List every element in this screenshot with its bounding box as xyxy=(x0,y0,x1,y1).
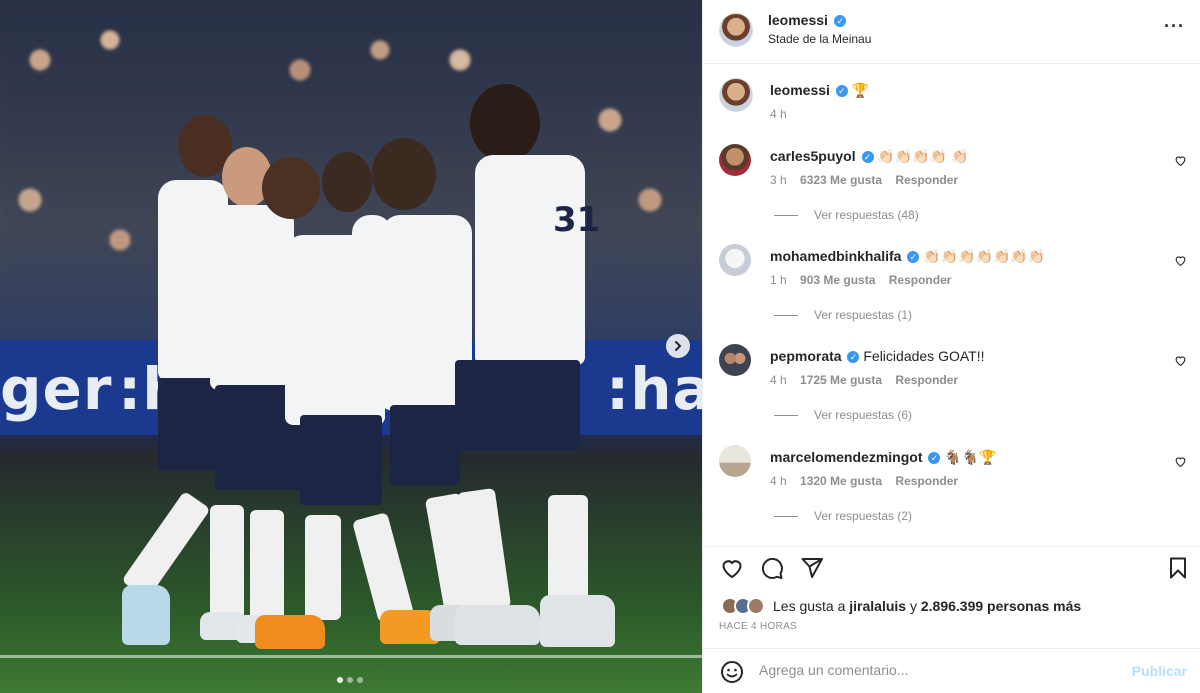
replies-line xyxy=(774,414,798,416)
likes-prefix: Les gusta a xyxy=(773,598,850,614)
comment-likes[interactable]: 1320 Me gusta xyxy=(800,474,882,488)
post-photo[interactable]: ger :h :ha 31 xyxy=(0,0,702,693)
verified-badge-icon: ✓ xyxy=(907,251,920,264)
like-comment-heart-icon[interactable] xyxy=(1174,354,1187,367)
shirt-number: 31 xyxy=(553,200,601,240)
view-replies-label: Ver respuestas (6) xyxy=(814,408,913,422)
caption-avatar[interactable] xyxy=(719,78,753,112)
comment-username[interactable]: marcelomendezmingot xyxy=(770,449,922,465)
share-send-icon[interactable] xyxy=(800,556,824,580)
comment-likes[interactable]: 6323 Me gusta xyxy=(800,173,882,187)
replies-line xyxy=(774,214,798,216)
carousel-dots xyxy=(337,677,363,683)
add-comment-bar: Publicar xyxy=(703,648,1200,693)
comment-reply-button[interactable]: Responder xyxy=(889,273,952,287)
replies-line xyxy=(774,314,798,316)
like-heart-icon[interactable] xyxy=(720,556,744,580)
replies-line xyxy=(774,515,798,517)
commenter-avatar[interactable] xyxy=(719,445,751,477)
caption-time: 4 h xyxy=(770,107,787,121)
commenter-avatar[interactable] xyxy=(719,144,751,176)
verified-badge-icon: ✓ xyxy=(834,14,847,27)
pitch-line xyxy=(0,655,702,658)
likes-count[interactable]: 2.896.399 personas más xyxy=(921,598,1081,614)
like-comment-heart-icon[interactable] xyxy=(1174,455,1187,468)
view-replies-label: Ver respuestas (48) xyxy=(814,208,919,222)
verified-badge-icon: ✓ xyxy=(835,85,848,98)
view-replies-button[interactable]: Ver respuestas (2) xyxy=(774,509,912,523)
banner-text-left: ger xyxy=(0,355,113,423)
comment-bubble-icon[interactable] xyxy=(760,556,784,580)
view-replies-button[interactable]: Ver respuestas (6) xyxy=(774,408,912,422)
verified-badge-icon: ✓ xyxy=(847,351,860,364)
view-replies-label: Ver respuestas (1) xyxy=(814,308,913,322)
comment-username[interactable]: carles5puyol xyxy=(770,148,856,164)
comment-reply-button[interactable]: Responder xyxy=(895,373,958,387)
comment-likes[interactable]: 903 Me gusta xyxy=(800,273,875,287)
comment-username[interactable]: mohamedbinkhalifa xyxy=(770,248,901,264)
comment-time: 3 h xyxy=(770,173,787,187)
post-header: leomessi ✓ Stade de la Meinau ··· xyxy=(703,0,1200,64)
comment-input[interactable] xyxy=(759,662,1119,678)
comment-username[interactable]: pepmorata xyxy=(770,348,842,364)
comment-text: 👏🏻👏🏻👏🏻👏🏻👏🏻👏🏻👏🏻 xyxy=(923,248,1046,264)
liker-avatars xyxy=(721,597,765,615)
verified-badge-icon: ✓ xyxy=(928,452,941,465)
like-comment-heart-icon[interactable] xyxy=(1174,254,1187,267)
verified-badge-icon: ✓ xyxy=(861,151,874,164)
commenter-avatar[interactable] xyxy=(719,344,751,376)
caption-username[interactable]: leomessi xyxy=(770,82,830,98)
comment-reply-button[interactable]: Responder xyxy=(895,173,958,187)
comment-time: 4 h xyxy=(770,373,787,387)
emoji-smiley-icon[interactable] xyxy=(720,660,744,684)
likes-middle: y xyxy=(906,598,921,614)
carousel-dot xyxy=(357,677,363,683)
view-replies-button[interactable]: Ver respuestas (1) xyxy=(774,308,912,322)
likes-summary: Les gusta a jiralaluis y 2.896.399 perso… xyxy=(721,597,1081,615)
save-bookmark-icon[interactable] xyxy=(1166,556,1190,580)
author-name-row: leomessi ✓ xyxy=(768,12,847,30)
post-location[interactable]: Stade de la Meinau xyxy=(768,32,871,46)
comment-time: 1 h xyxy=(770,273,787,287)
comment-time: 4 h xyxy=(770,474,787,488)
caption-text: 🏆 xyxy=(851,82,870,98)
like-comment-heart-icon[interactable] xyxy=(1174,154,1187,167)
banner-text-right: :ha xyxy=(606,355,702,423)
caption-text-row: leomessi ✓ 🏆 xyxy=(770,82,869,99)
comment-text: 🐐🐐🏆 xyxy=(944,449,997,465)
view-replies-label: Ver respuestas (2) xyxy=(814,509,913,523)
liker-avatar[interactable] xyxy=(747,597,765,615)
view-replies-button[interactable]: Ver respuestas (48) xyxy=(774,208,919,222)
comment-text: Felicidades GOAT!! xyxy=(863,348,985,364)
post-timeago: HACE 4 HORAS xyxy=(719,621,798,632)
carousel-next-button[interactable] xyxy=(666,334,690,358)
publish-button[interactable]: Publicar xyxy=(1132,663,1187,679)
comment-likes[interactable]: 1725 Me gusta xyxy=(800,373,882,387)
comment-text: 👏🏻👏🏻👏🏻👏🏻 👏🏻 xyxy=(877,148,969,164)
carousel-dot xyxy=(347,677,353,683)
post-side-panel: leomessi ✓ Stade de la Meinau ··· leomes… xyxy=(702,0,1200,693)
carousel-dot xyxy=(337,677,343,683)
author-avatar[interactable] xyxy=(719,13,753,47)
post-action-bar xyxy=(703,546,1200,590)
author-username[interactable]: leomessi xyxy=(768,12,828,28)
likes-user[interactable]: jiralaluis xyxy=(849,598,906,614)
commenter-avatar[interactable] xyxy=(719,244,751,276)
chevron-right-icon xyxy=(675,341,682,351)
comment-reply-button[interactable]: Responder xyxy=(895,474,958,488)
more-options-icon[interactable]: ··· xyxy=(1164,16,1185,37)
